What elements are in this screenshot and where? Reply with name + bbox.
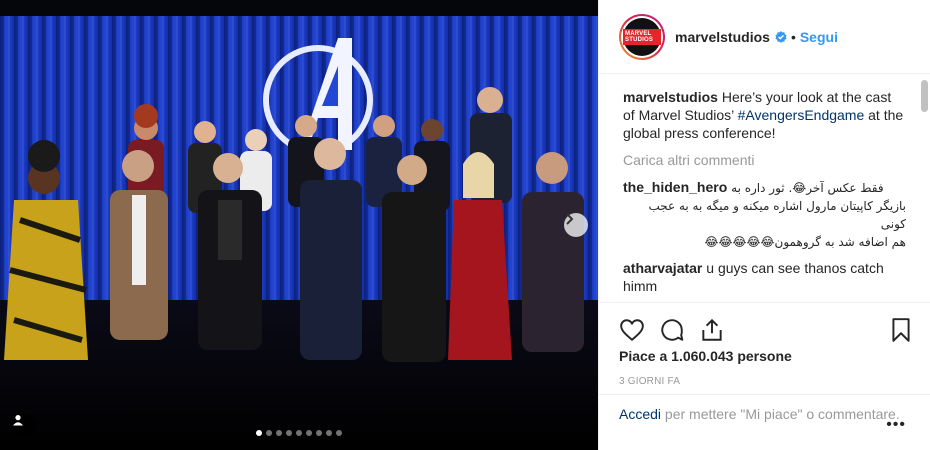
load-more-comments-button[interactable]: Carica altri commenti xyxy=(623,152,906,168)
comment-text-line: بازیگر کاپیتان مارول اشاره میکنه و میگه … xyxy=(648,199,906,231)
comment-text: فقط عکس آخر😂. ثور داره به xyxy=(731,181,884,195)
follow-button[interactable]: Segui xyxy=(800,29,838,45)
caption-username[interactable]: marvelstudios xyxy=(623,89,718,105)
carousel-dot xyxy=(326,430,332,436)
carousel-dot xyxy=(316,430,322,436)
carousel-dot xyxy=(296,430,302,436)
comment-icon[interactable] xyxy=(659,317,685,343)
profile-avatar[interactable]: MARVEL STUDIOS xyxy=(619,13,665,60)
carousel-indicator xyxy=(0,430,598,436)
comment-text-line: هم اضافه شد به گروهمون😂😂😂😂😂 xyxy=(704,235,906,249)
carousel-dot xyxy=(266,430,272,436)
login-prompt: Accedi per mettere "Mi piace" o commenta… xyxy=(599,394,930,450)
comment-username[interactable]: the_hiden_hero xyxy=(623,179,727,195)
post-side-panel: MARVEL STUDIOS marvelstudios • Segui mar… xyxy=(598,0,930,450)
heart-icon[interactable] xyxy=(619,317,645,343)
login-link[interactable]: Accedi xyxy=(619,406,661,422)
cast-photo-illustration xyxy=(0,0,598,450)
carousel-dot xyxy=(306,430,312,436)
comment-item: the_hiden_hero فقط عکس آخر😂. ثور داره به… xyxy=(623,178,906,251)
header-username[interactable]: marvelstudios xyxy=(675,29,770,45)
post-photo[interactable] xyxy=(0,0,598,450)
comments-list[interactable]: marvelstudios Here’s your look at the ca… xyxy=(599,74,930,302)
caption-hashtag[interactable]: #AvengersEndgame xyxy=(738,107,865,123)
likes-count[interactable]: Piace a 1.060.043 persone xyxy=(619,348,792,364)
user-icon xyxy=(13,415,23,426)
instagram-post: MARVEL STUDIOS marvelstudios • Segui mar… xyxy=(0,0,930,450)
login-prompt-text: per mettere "Mi piace" o commentare. xyxy=(664,406,900,422)
comment-username[interactable]: atharvajatar xyxy=(623,260,702,276)
bookmark-icon[interactable] xyxy=(888,317,914,343)
more-options-button[interactable]: ••• xyxy=(886,415,906,434)
verified-badge-icon xyxy=(775,30,787,43)
post-timestamp[interactable]: 3 giorni fa xyxy=(619,376,680,387)
carousel-dot xyxy=(256,430,262,436)
header-separator: • xyxy=(790,28,796,45)
chevron-right-icon xyxy=(566,213,574,225)
post-header: MARVEL STUDIOS marvelstudios • Segui xyxy=(599,0,930,74)
next-photo-button[interactable] xyxy=(564,213,588,237)
carousel-dot xyxy=(286,430,292,436)
share-icon[interactable] xyxy=(699,317,725,343)
comment-item: atharvajatar u guys can see thanos catch… xyxy=(623,259,906,295)
carousel-dot xyxy=(276,430,282,436)
carousel-dot xyxy=(336,430,342,436)
marvel-studios-logo: MARVEL STUDIOS xyxy=(623,28,661,45)
comments-scrollbar[interactable] xyxy=(921,80,928,112)
post-caption: marvelstudios Here’s your look at the ca… xyxy=(623,88,906,142)
